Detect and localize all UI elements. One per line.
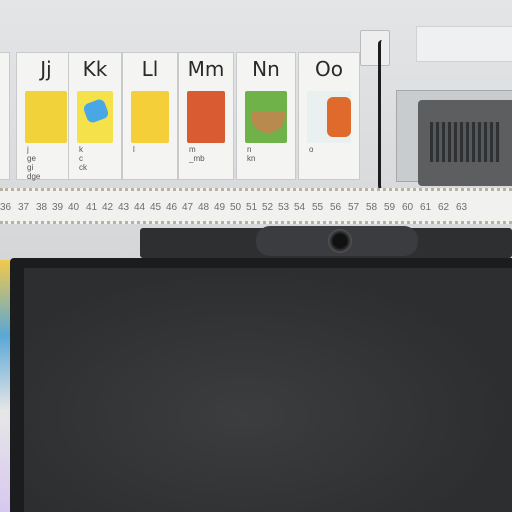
number-label: 54	[294, 202, 306, 213]
otter-illustration	[307, 91, 351, 143]
whiteboard-corner	[416, 26, 512, 62]
card-spellings: m _mb	[189, 145, 205, 163]
card-spellings: j ge gi dge	[27, 145, 41, 181]
alphabet-card-n: Nn n kn	[236, 52, 296, 180]
number-label: 58	[366, 202, 378, 213]
number-label: 47	[182, 202, 194, 213]
number-label: 57	[348, 202, 360, 213]
number-label: 46	[166, 202, 178, 213]
number-label: 51	[246, 202, 258, 213]
number-label: 42	[102, 202, 114, 213]
number-line: 36 37 38 39 40 41 42 43 44 45 46 47 48 4…	[0, 188, 512, 224]
card-letters: Nn	[252, 57, 280, 81]
kite-illustration	[77, 91, 113, 143]
webcam-lens	[328, 229, 352, 253]
projector	[418, 100, 512, 186]
number-label: 61	[420, 202, 432, 213]
number-label: 55	[312, 202, 324, 213]
alphabet-card-k: Kk k c ck	[68, 52, 122, 180]
monkey-illustration	[187, 91, 225, 143]
number-label: 48	[198, 202, 210, 213]
lion-illustration	[131, 91, 169, 143]
number-label: 50	[230, 202, 242, 213]
display-monitor	[10, 258, 512, 512]
nest-illustration	[245, 91, 287, 143]
number-label: 43	[118, 202, 130, 213]
card-letters: Ll	[141, 57, 159, 81]
number-label: 41	[86, 202, 98, 213]
alphabet-card-o: Oo o	[298, 52, 360, 180]
alphabet-card-j: Jj j ge gi dge	[16, 52, 76, 181]
projector-vent	[430, 122, 500, 162]
alphabet-card-m: Mm m _mb	[178, 52, 234, 180]
card-letters: Kk	[82, 57, 108, 81]
number-label: 60	[402, 202, 414, 213]
card-letters: Jj	[40, 57, 52, 81]
number-label: 56	[330, 202, 342, 213]
number-label: 40	[68, 202, 80, 213]
alphabet-card-l: Ll l	[122, 52, 178, 180]
alphabet-card-partial	[0, 52, 10, 180]
card-letters: Oo	[315, 57, 343, 81]
number-label: 53	[278, 202, 290, 213]
monitor-screen	[24, 268, 512, 512]
card-spellings: l	[133, 145, 135, 154]
number-label: 52	[262, 202, 274, 213]
card-spellings: n kn	[247, 145, 256, 163]
card-spellings: o	[309, 145, 314, 154]
girl-illustration	[25, 91, 67, 143]
number-label: 44	[134, 202, 146, 213]
webcam	[256, 226, 418, 256]
card-letters: Mm	[187, 57, 225, 81]
card-spellings: k c ck	[79, 145, 87, 172]
number-label: 39	[52, 202, 64, 213]
power-cable	[378, 40, 393, 200]
number-label: 36	[0, 202, 12, 213]
number-label: 62	[438, 202, 450, 213]
number-label: 38	[36, 202, 48, 213]
number-label: 59	[384, 202, 396, 213]
number-label: 45	[150, 202, 162, 213]
number-label: 63	[456, 202, 468, 213]
number-label: 49	[214, 202, 226, 213]
number-label: 37	[18, 202, 30, 213]
